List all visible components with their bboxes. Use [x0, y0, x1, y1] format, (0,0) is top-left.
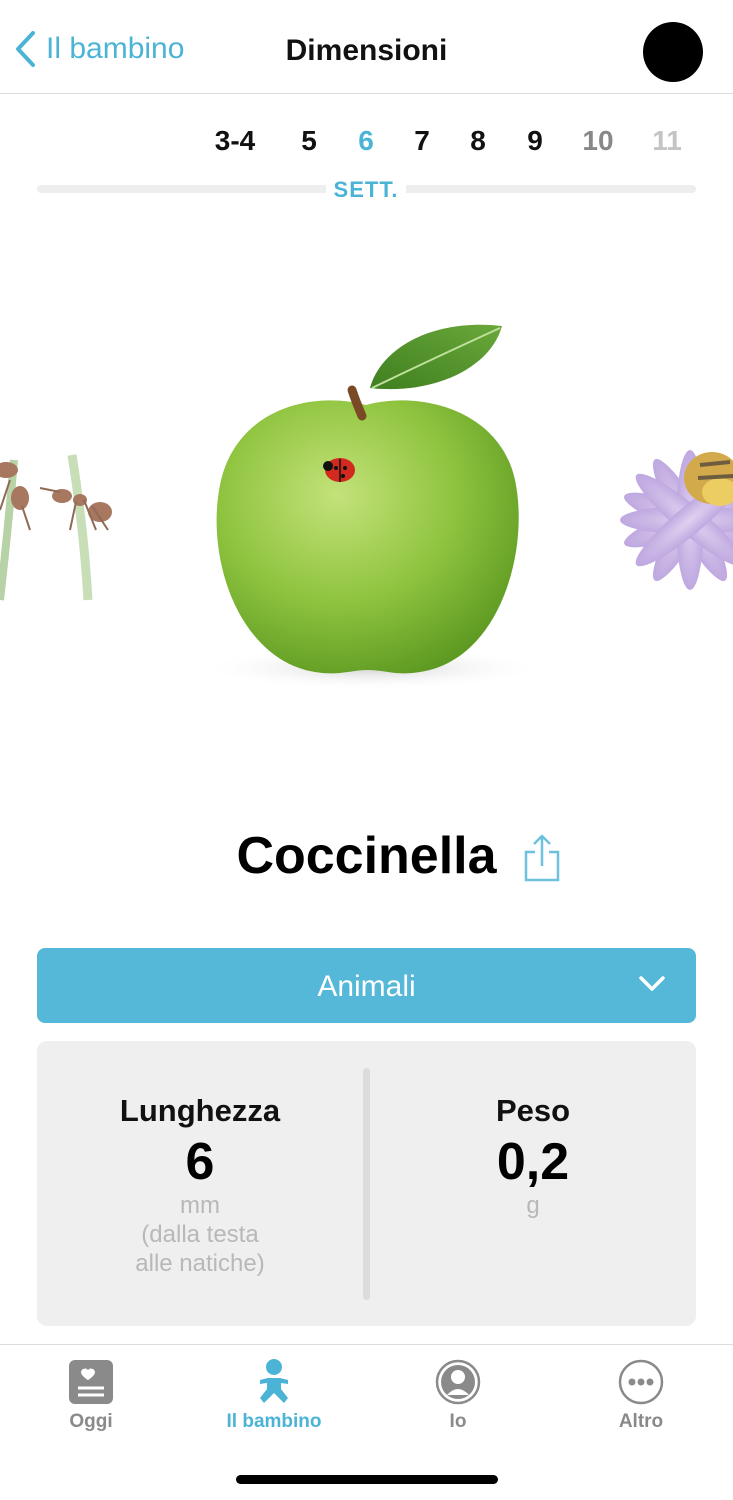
weight-measure: Peso 0,2 g: [370, 1041, 696, 1326]
size-comparison-carousel[interactable]: [0, 230, 733, 790]
week-option[interactable]: 1: [710, 125, 733, 157]
week-option[interactable]: 5: [279, 125, 339, 157]
ant-image: [0, 454, 112, 601]
tab-oggi[interactable]: Oggi: [31, 1357, 151, 1433]
measurements-card: Lunghezza 6 mm (dalla testa alle natiche…: [37, 1041, 696, 1326]
more-icon: [618, 1359, 664, 1405]
week-option[interactable]: 9: [505, 125, 565, 157]
baby-icon: [260, 1359, 288, 1403]
category-dropdown-label: Animali: [317, 970, 416, 1003]
today-card-icon: [69, 1360, 113, 1404]
tab-altro[interactable]: Altro: [581, 1357, 701, 1433]
subject-name-row: Coccinella: [0, 826, 733, 886]
subject-name: Coccinella: [236, 827, 497, 885]
tab-label: Il bambino: [226, 1411, 322, 1432]
length-value: 6: [185, 1133, 215, 1191]
bee-on-flower-image: [620, 450, 733, 590]
length-measure: Lunghezza 6 mm (dalla testa alle natiche…: [37, 1041, 363, 1326]
week-unit-label: SETT.: [326, 177, 406, 203]
tab-label: Oggi: [69, 1411, 113, 1432]
week-selector[interactable]: 3-4 5 6 7 8 9 10 11 1: [0, 125, 733, 165]
category-dropdown[interactable]: Animali: [37, 948, 696, 1023]
week-option[interactable]: 10: [568, 125, 628, 157]
week-option[interactable]: 3-4: [205, 125, 265, 157]
comparison-illustration: [0, 324, 733, 690]
tab-io[interactable]: Io: [398, 1357, 518, 1433]
week-option[interactable]: 7: [392, 125, 452, 157]
home-indicator[interactable]: [236, 1475, 498, 1484]
weight-label: Peso: [495, 1093, 571, 1128]
avatar[interactable]: [643, 22, 703, 82]
week-option-selected[interactable]: 6: [336, 125, 396, 157]
length-note-line2: alle natiche): [135, 1250, 265, 1277]
weight-unit: g: [526, 1192, 540, 1219]
apple-image: [202, 324, 542, 690]
page-title: Dimensioni: [285, 34, 448, 67]
week-option[interactable]: 11: [637, 125, 697, 157]
chevron-down-icon: [639, 976, 665, 991]
weight-value: 0,2: [496, 1133, 570, 1191]
length-note-line1: (dalla testa: [141, 1221, 259, 1248]
share-button[interactable]: [522, 834, 562, 884]
measure-divider: [363, 1068, 370, 1300]
length-unit: mm: [180, 1192, 220, 1219]
tab-label: Altro: [618, 1411, 664, 1432]
tab-label: Io: [449, 1411, 467, 1432]
week-option[interactable]: 8: [448, 125, 508, 157]
share-icon: [524, 834, 560, 882]
nav-header: Il bambino Dimensioni: [0, 0, 733, 94]
profile-icon: [435, 1359, 481, 1405]
tab-il-bambino[interactable]: Il bambino: [214, 1357, 334, 1433]
length-label: Lunghezza: [119, 1093, 281, 1128]
